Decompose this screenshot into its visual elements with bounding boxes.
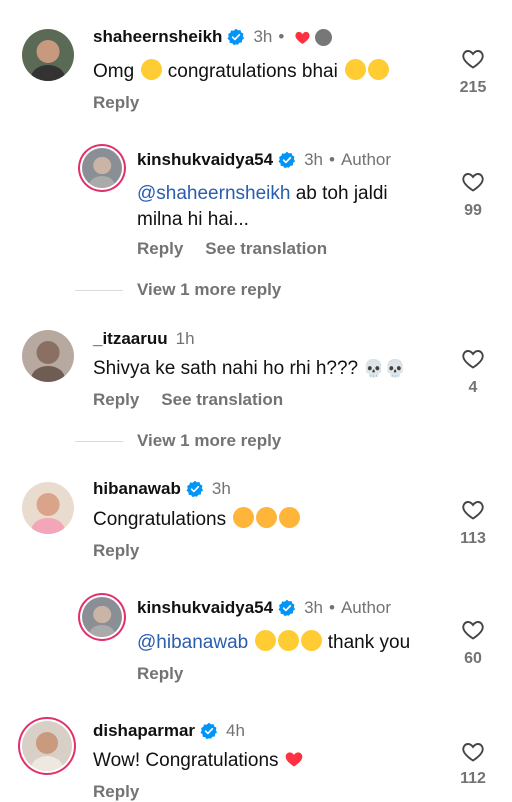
see-translation-button[interactable]: See translation <box>205 239 327 259</box>
like-control: 4 <box>453 347 493 397</box>
creator-reactions <box>294 28 333 46</box>
like-control: 99 <box>453 170 493 220</box>
like-control: 60 <box>453 618 493 668</box>
hug-emoji <box>255 630 277 651</box>
avatar-hibanawab[interactable] <box>22 482 74 534</box>
reply-button[interactable]: Reply <box>93 93 139 113</box>
comment-text: @shaheernsheikh ab toh jaldi milna hi ha… <box>137 183 388 230</box>
heart-eyes-cat-emoji <box>256 507 278 528</box>
verified-badge-icon <box>278 151 296 169</box>
avatar-dishaparmar[interactable] <box>22 721 72 771</box>
timestamp: 3h <box>253 27 273 46</box>
creator-avatar-mini <box>315 28 333 46</box>
verified-badge-icon <box>200 722 218 740</box>
reply-button[interactable]: Reply <box>93 782 139 802</box>
hug-emoji <box>368 59 390 80</box>
hug-emoji <box>301 630 323 651</box>
comment-actions: Reply See translation <box>137 239 327 259</box>
avatar-shaheernsheikh[interactable] <box>22 29 74 81</box>
verified-badge-icon <box>186 480 204 498</box>
like-count: 99 <box>464 202 482 219</box>
timestamp: 4h <box>226 721 245 740</box>
view-more-replies[interactable]: View 1 more reply <box>75 431 281 451</box>
mention-link[interactable]: @hibanawab <box>137 632 248 653</box>
timestamp: 1h <box>175 329 195 348</box>
heart-icon[interactable] <box>461 47 485 71</box>
skull-emoji: 💀 <box>363 359 385 378</box>
comment-actions: Reply <box>93 541 139 561</box>
comment-header: hibanawab 3h <box>93 479 231 499</box>
username[interactable]: kinshukvaidya54 <box>137 598 273 618</box>
comment-header: _itzaaruu 1h <box>93 329 195 349</box>
comment-header: shaheernsheikh 3h • <box>93 27 333 47</box>
reply-button[interactable]: Reply <box>137 239 183 259</box>
like-count: 215 <box>459 79 487 96</box>
like-count: 60 <box>464 650 482 667</box>
heart-eyes-cat-emoji <box>233 507 255 528</box>
comment-actions: Reply <box>93 782 139 802</box>
hug-emoji <box>278 630 300 651</box>
avatar-kinshukvaidya54[interactable] <box>82 148 122 188</box>
author-label: Author <box>340 598 392 617</box>
separator-dot: • <box>329 598 335 617</box>
comment-text: Wow! Congratulations <box>93 748 304 774</box>
heart-icon[interactable] <box>461 170 485 194</box>
red-heart-icon <box>285 752 303 767</box>
like-control: 112 <box>453 740 493 788</box>
verified-badge-icon <box>227 28 245 46</box>
avatar-kinshukvaidya54[interactable] <box>82 597 122 637</box>
comment-header: dishaparmar 4h <box>93 721 245 741</box>
timestamp: 3h <box>304 598 323 617</box>
divider-line <box>75 440 123 442</box>
view-more-replies[interactable]: View 1 more reply <box>75 280 281 300</box>
heart-icon[interactable] <box>461 347 485 371</box>
mention-link[interactable]: @shaheernsheikh <box>137 183 290 204</box>
like-control: 215 <box>453 47 493 97</box>
timestamp: 3h <box>304 150 323 169</box>
star-eyes-emoji <box>141 59 163 80</box>
comment-text: Shivya ke sath nahi ho rhi h??? 💀💀 <box>93 356 406 382</box>
separator-dot: • <box>329 150 335 169</box>
comment-text: @hibanawab thank you <box>137 630 411 653</box>
comment-actions: Reply <box>137 664 183 684</box>
heart-icon[interactable] <box>461 740 485 764</box>
username[interactable]: shaheernsheikh <box>93 27 222 47</box>
like-count: 112 <box>460 770 486 787</box>
red-heart-icon <box>295 31 310 44</box>
reply-button[interactable]: Reply <box>137 664 183 684</box>
heart-icon[interactable] <box>461 618 485 642</box>
divider-line <box>75 289 123 291</box>
like-count: 4 <box>468 379 478 396</box>
skull-emoji: 💀 <box>384 359 406 378</box>
reply-button[interactable]: Reply <box>93 541 139 561</box>
separator-dot: • <box>278 27 285 46</box>
comment-actions: Reply See translation <box>93 390 283 410</box>
username[interactable]: dishaparmar <box>93 721 195 741</box>
see-translation-button[interactable]: See translation <box>161 390 283 410</box>
heart-icon[interactable] <box>461 498 485 522</box>
username[interactable]: _itzaaruu <box>93 329 168 349</box>
avatar-itzaaruu[interactable] <box>22 330 74 382</box>
heart-eyes-cat-emoji <box>279 507 301 528</box>
author-label: Author <box>340 150 392 169</box>
hug-emoji <box>345 59 367 80</box>
comment-text: Congratulations <box>93 507 301 533</box>
comment-header: kinshukvaidya54 3h • Author <box>137 150 391 170</box>
like-control: 113 <box>453 498 493 548</box>
timestamp: 3h <box>211 479 231 498</box>
reply-button[interactable]: Reply <box>93 390 139 410</box>
username[interactable]: kinshukvaidya54 <box>137 150 273 170</box>
comment-header: kinshukvaidya54 3h • Author <box>137 598 391 618</box>
like-count: 113 <box>460 530 486 547</box>
comment-text: Omg congratulations bhai <box>93 59 390 85</box>
username[interactable]: hibanawab <box>93 479 181 499</box>
comment-actions: Reply <box>93 93 139 113</box>
verified-badge-icon <box>278 599 296 617</box>
